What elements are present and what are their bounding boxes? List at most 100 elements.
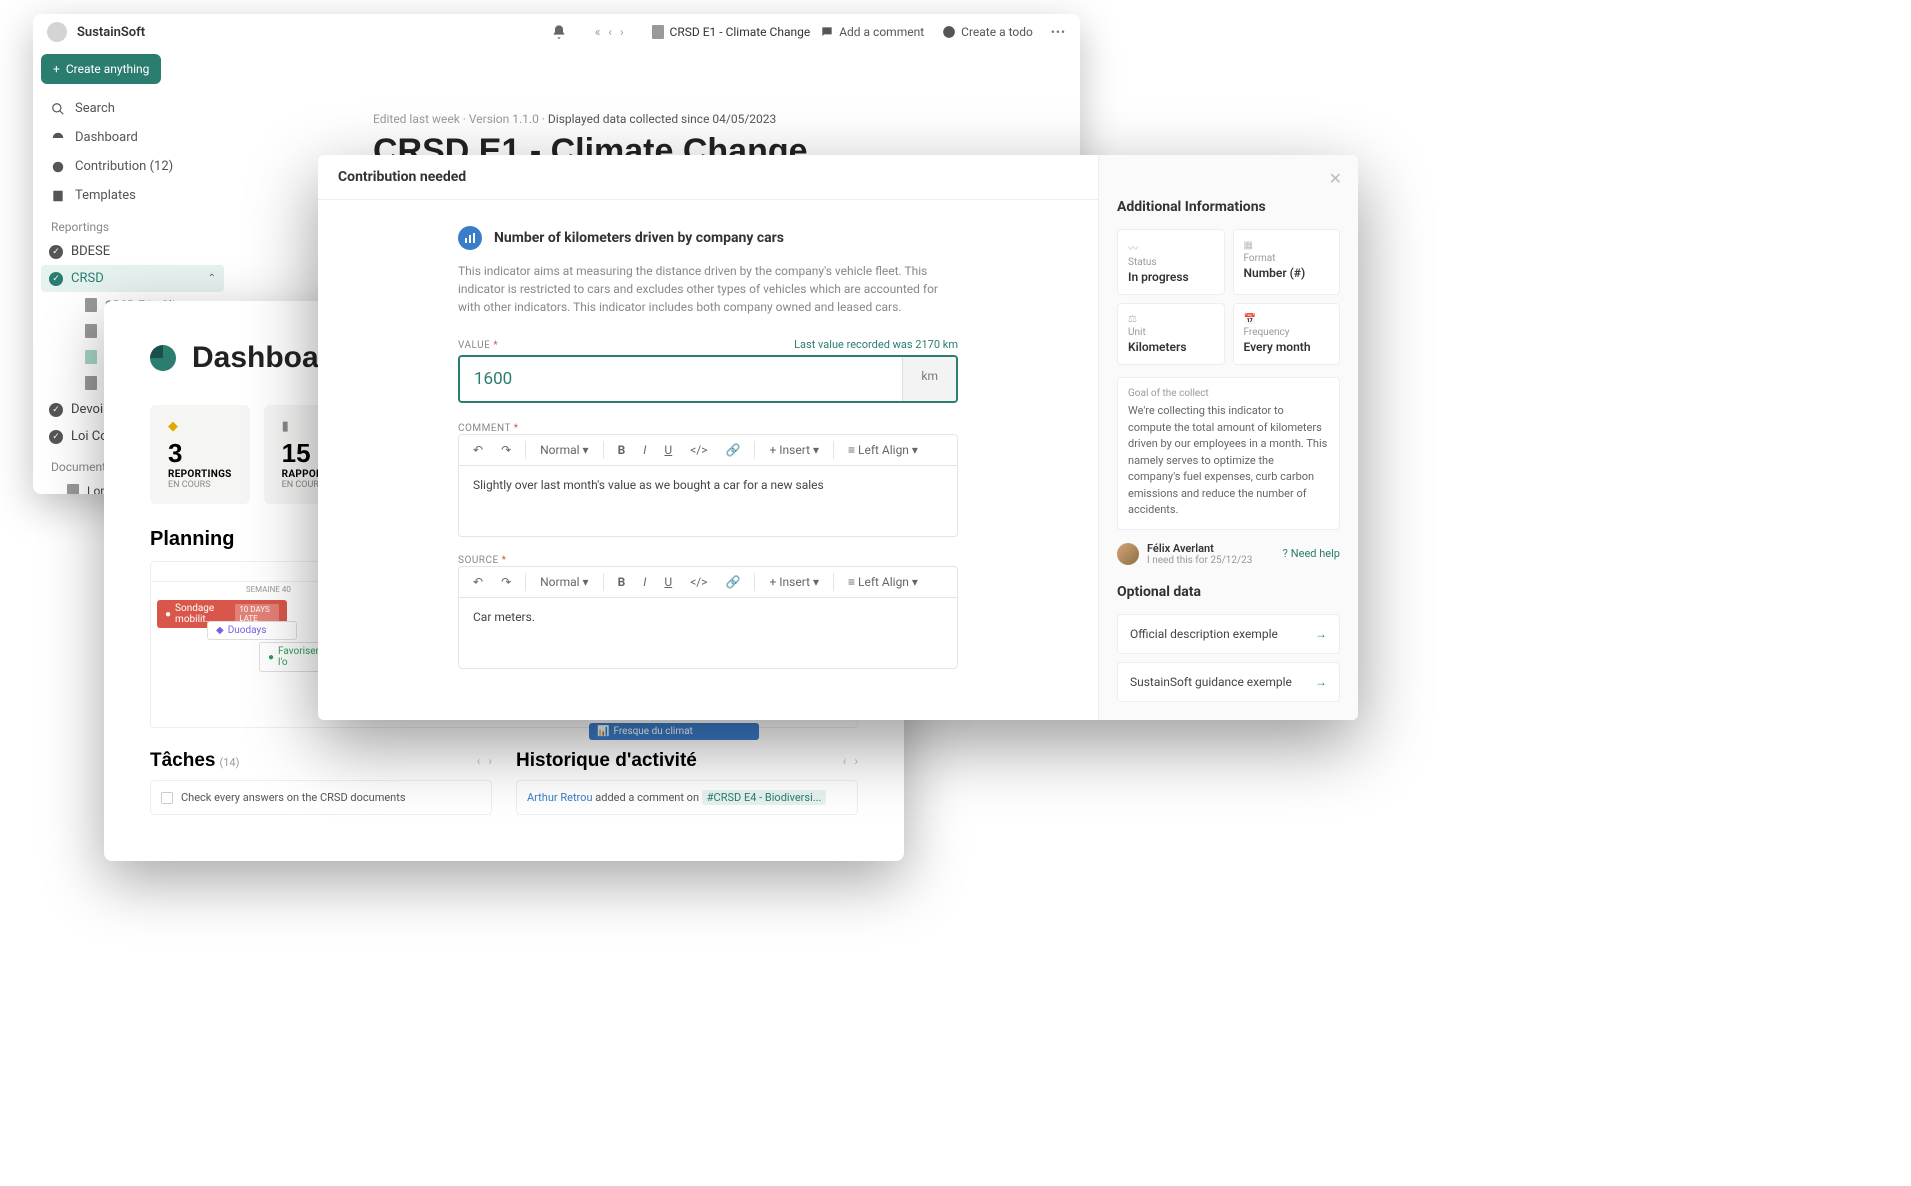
underline-icon[interactable]: U [660,441,676,459]
badge-icon: ◆ [168,419,232,434]
bold-icon[interactable]: B [614,441,630,459]
workspace-name[interactable]: SustainSoft [77,25,541,40]
comment-toolbar: ↶ ↷ Normal ▾ B I U </> 🔗 + Insert ▾ ≡ Le… [458,434,958,465]
insert-select[interactable]: + Insert ▾ [765,441,823,459]
redo-icon[interactable]: ↷ [497,441,515,459]
modal-sidebar: ✕ Additional Informations 〰StatusIn prog… [1098,155,1358,720]
insert-select[interactable]: + Insert ▾ [765,573,823,591]
nav-collapse-icon[interactable]: « [595,25,601,39]
nav-forward-icon[interactable]: › [620,25,624,39]
italic-icon[interactable]: I [639,441,650,459]
chat-icon [51,160,65,174]
document-icon [85,298,97,312]
activity-title: Historique d'activité [516,750,697,772]
create-todo-button[interactable]: Create a todo [942,25,1033,39]
requester-name: Félix Averlant [1147,542,1252,555]
prev-icon[interactable]: ‹ [843,754,847,768]
add-comment-button[interactable]: Add a comment [820,25,924,39]
nav-templates[interactable]: Templates [41,181,224,210]
need-help-link[interactable]: ? Need help [1283,547,1340,560]
next-icon[interactable]: › [854,754,858,768]
bold-icon[interactable]: B [614,573,630,591]
check-icon: ✓ [49,245,63,259]
underline-icon[interactable]: U [660,573,676,591]
code-icon[interactable]: </> [686,441,711,459]
workspace-avatar[interactable] [47,22,67,42]
requester-sub: I need this for 25/12/23 [1147,555,1252,566]
format-select[interactable]: Normal ▾ [536,441,592,459]
bell-icon[interactable] [551,24,567,40]
task-row[interactable]: Check every answers on the CRSD document… [150,780,492,815]
undo-icon[interactable]: ↶ [469,573,487,591]
checkbox[interactable] [161,792,173,804]
tree-crsd[interactable]: ✓CRSD⌃ [41,265,224,292]
app-header: SustainSoft « ‹ › CRSD E1 - Climate Chan… [33,14,1080,50]
page-meta: Edited last week · Version 1.1.0 · Displ… [373,112,1060,126]
source-toolbar: ↶ ↷ Normal ▾ B I U </> 🔗 + Insert ▾ ≡ Le… [458,566,958,597]
modal-main: Contribution needed Number of kilometers… [318,155,1098,720]
create-anything-button[interactable]: + Create anything [41,54,161,84]
align-select[interactable]: ≡ Left Align ▾ [844,441,922,459]
value-label: VALUE * [458,340,498,351]
check-circle-icon [942,25,956,39]
link-icon[interactable]: 🔗 [722,441,745,459]
document-icon [85,376,97,390]
nav-dashboard[interactable]: Dashboard [41,123,224,152]
bar-chart-icon [458,226,482,250]
value-input[interactable] [460,357,902,401]
value-unit: km [902,357,956,401]
breadcrumb-title: CRSD E1 - Climate Change [670,25,811,39]
breadcrumb[interactable]: CRSD E1 - Climate Change [652,25,811,39]
nav-back-icon[interactable]: ‹ [608,25,612,39]
gantt-bar-fresque[interactable]: 📊 Fresque du climat [589,723,759,740]
document-icon [85,324,97,338]
status-icon: 〰 [1128,240,1214,255]
goal-card: Goal of the collect We're collecting thi… [1117,377,1340,530]
code-icon[interactable]: </> [686,573,711,591]
tasks-title: Tâches [150,750,215,771]
info-grid: 〰StatusIn progress ▦FormatNumber (#) ⚖Un… [1117,229,1340,365]
gauge-icon [51,131,65,145]
document-icon [652,25,664,39]
more-icon[interactable]: ••• [1051,25,1066,39]
template-icon [51,189,65,203]
dashboard-title: Dashboa [192,341,319,375]
check-icon: ✓ [49,403,63,417]
undo-icon[interactable]: ↶ [469,441,487,459]
italic-icon[interactable]: I [639,573,650,591]
info-frequency: 📅FrequencyEvery month [1233,303,1341,365]
tree-bdese[interactable]: ✓BDESE [41,238,224,265]
search-icon [51,102,65,116]
format-icon: ▦ [1244,240,1330,251]
contribution-modal: Contribution needed Number of kilometers… [318,155,1358,720]
nav-search[interactable]: Search [41,94,224,123]
optional-link-2[interactable]: SustainSoft guidance exemple→ [1117,662,1340,702]
activity-row[interactable]: Arthur Retrou added a comment on #CRSD E… [516,780,858,815]
next-icon[interactable]: › [488,754,492,768]
requester-row: Félix Averlant I need this for 25/12/23 … [1117,542,1340,566]
document-icon [85,350,97,364]
arrow-right-icon: → [1315,627,1327,641]
comment-editor[interactable]: Slightly over last month's value as we b… [458,465,958,537]
last-value-hint: Last value recorded was 2170 km [794,338,958,351]
format-select[interactable]: Normal ▾ [536,573,592,591]
redo-icon[interactable]: ↷ [497,573,515,591]
modal-title: Contribution needed [338,169,466,185]
gantt-bar-duodays[interactable]: ◆ Duodays [207,621,297,640]
info-format: ▦FormatNumber (#) [1233,229,1341,295]
source-editor[interactable]: Car meters. [458,597,958,669]
link-icon[interactable]: 🔗 [722,573,745,591]
activity-column: Historique d'activité ‹ › Arthur Retrou a… [516,750,858,815]
nav-arrows: « ‹ › [595,25,624,39]
chevron-up-icon[interactable]: ⌃ [208,273,216,284]
comment-icon [820,25,834,39]
nav-contribution[interactable]: Contribution (12) [41,152,224,181]
prev-icon[interactable]: ‹ [477,754,481,768]
tasks-pager: ‹› [477,754,492,768]
help-icon: ? [1283,547,1288,560]
close-icon[interactable]: ✕ [1329,169,1342,188]
stat-card-reportings[interactable]: ◆ 3 REPORTINGS EN COURS [150,405,250,504]
check-icon: ✓ [49,430,63,444]
align-select[interactable]: ≡ Left Align ▾ [844,573,922,591]
optional-link-1[interactable]: Official description exemple→ [1117,614,1340,654]
